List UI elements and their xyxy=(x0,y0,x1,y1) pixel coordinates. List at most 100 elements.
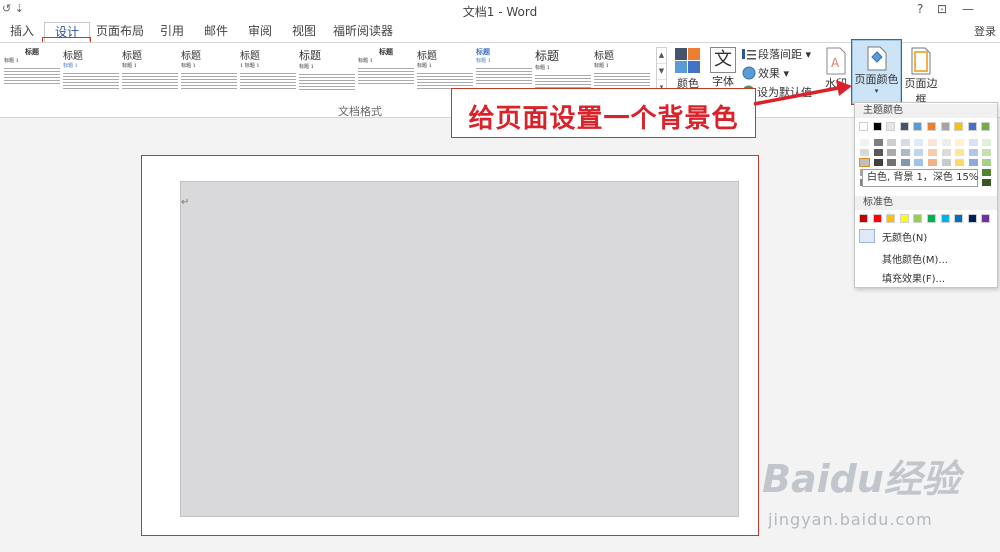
paragraph-spacing-icon xyxy=(742,48,756,63)
standard-color-swatch[interactable] xyxy=(940,214,950,223)
theme-shade-swatch[interactable] xyxy=(900,139,910,146)
standard-color-swatch[interactable] xyxy=(967,214,977,223)
watermark-url: jingyan.baidu.com xyxy=(768,510,933,529)
standard-color-swatch[interactable] xyxy=(981,214,991,223)
theme-shade-swatch[interactable] xyxy=(955,159,965,166)
sign-in-link[interactable]: 登录 xyxy=(974,23,996,39)
theme-shade-swatch[interactable] xyxy=(887,159,897,166)
tab-page-layout[interactable]: 页面布局 xyxy=(94,22,146,42)
style-thumb[interactable]: 标题 标题 1 xyxy=(299,47,355,97)
tab-review[interactable]: 审阅 xyxy=(242,22,278,42)
colors-button[interactable]: 颜色 xyxy=(672,47,704,91)
style-thumb-text xyxy=(181,71,237,89)
theme-color-swatch[interactable] xyxy=(927,122,936,131)
fill-effects-item[interactable]: 填充效果(F)... xyxy=(882,270,945,285)
style-thumb[interactable]: 标题 标题 1 xyxy=(358,47,414,97)
style-thumb-sub: 标题 1 xyxy=(594,63,609,69)
theme-shade-swatch[interactable] xyxy=(914,159,924,166)
style-thumb[interactable]: 标题 标题 1 xyxy=(63,47,119,97)
standard-color-swatch[interactable] xyxy=(886,214,896,223)
fonts-label: 字体 xyxy=(712,75,734,88)
style-thumb-heading: 标题 xyxy=(25,47,39,56)
theme-shade-swatch[interactable] xyxy=(968,149,978,156)
gallery-down-icon[interactable]: ▼ xyxy=(657,64,666,80)
color-tooltip: 白色, 背景 1，深色 15% xyxy=(862,169,978,187)
standard-color-swatch[interactable] xyxy=(927,214,936,223)
fonts-button[interactable]: 文 字体 xyxy=(708,47,738,89)
theme-shade-swatch[interactable] xyxy=(928,159,937,166)
theme-shade-swatch[interactable] xyxy=(941,159,951,166)
tab-view[interactable]: 视图 xyxy=(286,22,322,42)
style-thumb[interactable]: 标题 标题 1 xyxy=(122,47,178,97)
theme-color-swatch[interactable] xyxy=(886,122,896,131)
theme-shade-swatch[interactable] xyxy=(928,139,937,146)
theme-shade-swatch[interactable] xyxy=(982,139,992,146)
theme-shade-swatch[interactable] xyxy=(968,139,978,146)
style-thumb-heading: 标题 xyxy=(240,51,260,62)
theme-shade-swatch[interactable] xyxy=(914,139,924,146)
style-thumb[interactable]: 标题 标题 1 xyxy=(181,47,237,97)
style-thumb-sub: 标题 1 xyxy=(535,65,550,71)
theme-shade-swatch[interactable] xyxy=(968,159,978,166)
tab-mailings[interactable]: 邮件 xyxy=(198,22,234,42)
paragraph-spacing-button[interactable]: 段落间距 ▾ xyxy=(742,46,811,63)
theme-shade-swatch[interactable] xyxy=(941,139,951,146)
theme-color-swatch[interactable] xyxy=(859,122,868,131)
standard-color-swatch[interactable] xyxy=(899,214,909,223)
ribbon-display-button[interactable]: ⊡ xyxy=(937,2,947,16)
theme-shade-swatch[interactable] xyxy=(873,139,883,146)
tab-foxit-reader[interactable]: 福昕阅读器 xyxy=(330,22,396,42)
theme-color-swatch[interactable] xyxy=(913,122,923,131)
theme-colors-header: 主题颜色 xyxy=(855,104,997,118)
theme-color-swatch[interactable] xyxy=(981,122,991,131)
theme-shade-swatch[interactable] xyxy=(860,149,869,156)
theme-shade-swatch[interactable] xyxy=(860,139,869,146)
tab-insert[interactable]: 插入 xyxy=(4,22,40,42)
minimize-button[interactable]: — xyxy=(962,2,974,16)
style-thumb-text xyxy=(417,71,473,89)
no-color-item[interactable]: 无颜色(N) xyxy=(882,229,927,244)
standard-color-swatch[interactable] xyxy=(859,214,868,223)
standard-color-swatch[interactable] xyxy=(872,214,882,223)
effects-label: 效果 xyxy=(758,67,780,80)
page-borders-button[interactable]: 页面边框 xyxy=(901,47,941,107)
style-thumb-heading: 标题 xyxy=(122,51,142,62)
colors-icon xyxy=(675,48,700,73)
theme-shade-swatch[interactable] xyxy=(900,159,910,166)
theme-shade-swatch[interactable] xyxy=(873,149,883,156)
style-thumb-sub: 标题 1 xyxy=(358,58,373,64)
theme-shade-swatch[interactable] xyxy=(914,149,924,156)
document-page[interactable] xyxy=(180,181,739,517)
style-thumb-text xyxy=(358,66,414,84)
theme-color-swatch[interactable] xyxy=(954,122,964,131)
theme-color-swatch[interactable] xyxy=(899,122,909,131)
tab-references[interactable]: 引用 xyxy=(154,22,190,42)
theme-shade-swatch[interactable] xyxy=(941,149,951,156)
theme-color-swatch[interactable] xyxy=(940,122,950,131)
theme-shade-swatch[interactable] xyxy=(982,169,992,176)
theme-shade-swatch[interactable] xyxy=(887,139,897,146)
style-thumb-heading: 标题 xyxy=(476,47,490,56)
help-button[interactable]: ? xyxy=(917,2,923,16)
theme-shade-swatch[interactable] xyxy=(955,149,965,156)
theme-shade-swatch[interactable] xyxy=(887,149,897,156)
style-thumb-heading: 标题 xyxy=(63,51,83,62)
theme-shade-swatch[interactable] xyxy=(955,139,965,146)
gallery-up-icon[interactable]: ▲ xyxy=(657,48,666,64)
theme-shade-swatch[interactable] xyxy=(900,149,910,156)
selected-shade-swatch[interactable] xyxy=(859,158,870,167)
more-colors-item[interactable]: 其他颜色(M)... xyxy=(882,251,948,266)
style-thumb[interactable]: 标题 1 标题 1 xyxy=(240,47,296,97)
style-thumb[interactable]: 标题 标题 1 xyxy=(4,47,60,97)
theme-color-swatch[interactable] xyxy=(872,122,882,131)
paragraph-spacing-label: 段落间距 xyxy=(758,48,802,61)
standard-color-swatch[interactable] xyxy=(913,214,923,223)
theme-color-swatch[interactable] xyxy=(967,122,977,131)
theme-shade-swatch[interactable] xyxy=(982,149,992,156)
theme-shade-swatch[interactable] xyxy=(928,149,937,156)
callout-text: 给页面设置一个背景色 xyxy=(468,104,739,134)
standard-color-swatch[interactable] xyxy=(954,214,964,223)
theme-shade-swatch[interactable] xyxy=(982,159,992,166)
theme-shade-swatch[interactable] xyxy=(873,159,883,166)
theme-shade-swatch[interactable] xyxy=(982,179,992,186)
